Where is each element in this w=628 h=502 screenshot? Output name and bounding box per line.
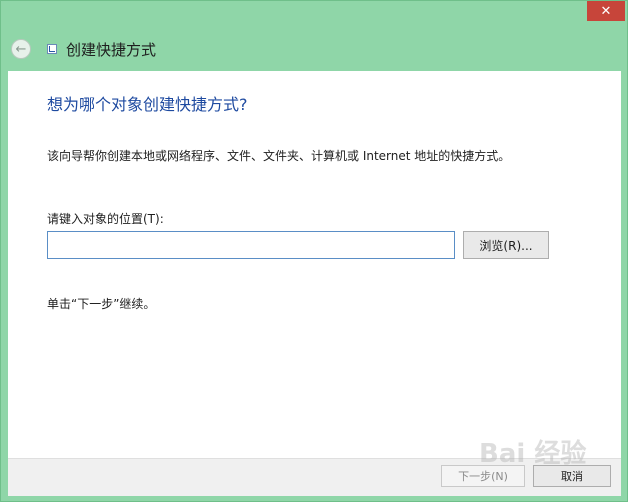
continue-hint: 单击“下一步”继续。 [47,297,156,311]
shortcut-icon [47,44,57,54]
description-text: 该向导帮你创建本地或网络程序、文件、文件夹、计算机或 Internet 地址的快… [47,149,511,163]
back-arrow-icon[interactable]: ← [16,42,27,57]
location-input[interactable] [47,231,455,259]
page-heading: 想为哪个对象创建快捷方式? [47,95,248,114]
browse-button[interactable]: 浏览(R)... [463,231,549,259]
close-icon[interactable]: ✕ [601,4,612,19]
back-button[interactable]: ← [11,39,31,59]
window-title: 创建快捷方式 [66,40,157,59]
close-button[interactable]: ✕ [587,1,625,21]
baidu-watermark: Bai 经验 [479,439,587,469]
wizard-window: ✕ ← 创建快捷方式 想为哪个对象创建快捷方式? 该向导帮你创建本地或网络程序、… [0,0,628,502]
content-panel: 想为哪个对象创建快捷方式? 该向导帮你创建本地或网络程序、文件、文件夹、计算机或… [8,71,621,458]
location-label: 请键入对象的位置(T): [47,212,164,226]
title-bar: ← 创建快捷方式 [11,37,411,61]
